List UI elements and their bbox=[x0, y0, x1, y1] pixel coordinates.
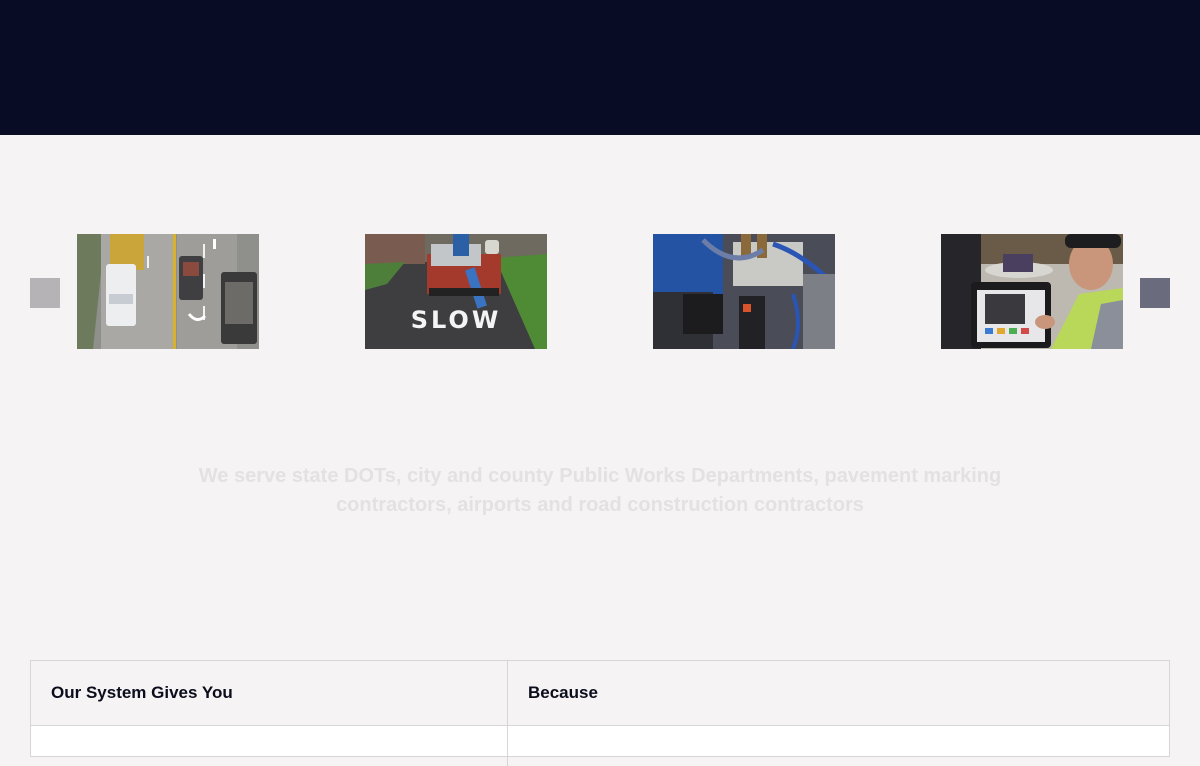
carousel-slide-worker-tablet[interactable] bbox=[941, 234, 1123, 349]
column-header-because: Because bbox=[528, 683, 598, 702]
carousel-slide-road-marking[interactable]: SLOW bbox=[365, 234, 547, 349]
table-cell bbox=[31, 726, 508, 766]
carousel-slide-truck-traffic[interactable] bbox=[77, 234, 259, 349]
column-header-system-gives: Our System Gives You bbox=[31, 661, 508, 725]
top-header-band bbox=[0, 0, 1200, 135]
carousel-slide-machinery[interactable] bbox=[653, 234, 835, 349]
table-header-row: Our System Gives You Because bbox=[31, 661, 1169, 726]
audience-tagline: We serve state DOTs, city and county Pub… bbox=[198, 465, 1002, 516]
table-cell bbox=[508, 726, 1169, 766]
worker-tablet-photo bbox=[941, 234, 1123, 349]
table-row bbox=[31, 726, 1169, 766]
road-marking-truck-photo: SLOW bbox=[365, 234, 547, 349]
carousel-next-button[interactable] bbox=[1140, 278, 1170, 308]
slow-road-text: SLOW bbox=[411, 306, 502, 334]
carousel-prev-button[interactable] bbox=[30, 278, 60, 308]
truck-traffic-photo bbox=[77, 234, 259, 349]
machinery-hoses-photo bbox=[653, 234, 835, 349]
benefits-table: Our System Gives You Because bbox=[30, 660, 1170, 766]
